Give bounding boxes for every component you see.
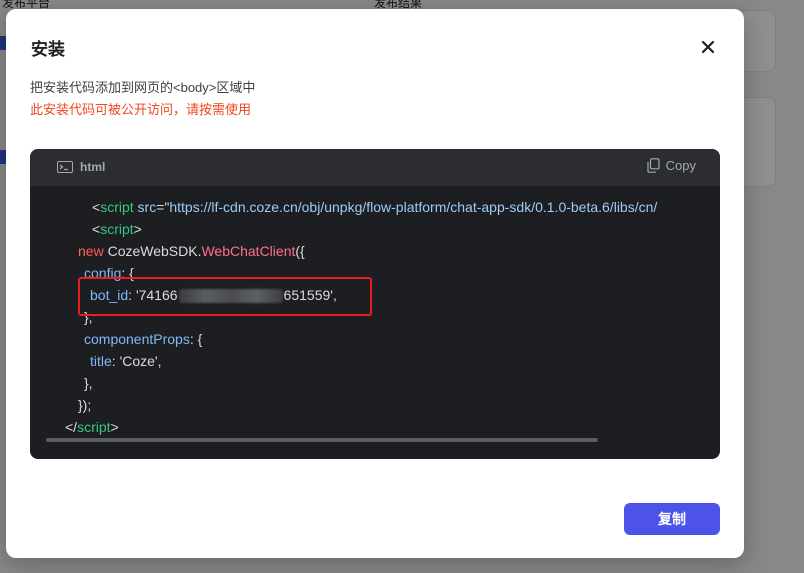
dialog-title: 安装	[31, 40, 65, 59]
bot-id-highlight	[78, 277, 372, 316]
code-line: new CozeWebSDK.WebChatClient({	[78, 243, 305, 259]
code-line: componentProps: {	[84, 331, 203, 347]
close-icon	[701, 40, 715, 54]
code-line: },	[84, 375, 93, 391]
code-line: <script src="https://lf-cdn.coze.cn/obj/…	[92, 199, 658, 215]
horizontal-scrollbar[interactable]	[46, 438, 598, 442]
code-line: });	[78, 397, 92, 413]
copy-button[interactable]: 复制	[624, 503, 720, 535]
close-button[interactable]	[696, 35, 720, 59]
copy-icon	[647, 158, 660, 173]
terminal-icon	[57, 161, 73, 173]
install-description: 把安装代码添加到网页的<body>区域中	[30, 80, 256, 95]
code-line: title: 'Coze',	[90, 353, 162, 369]
code-header: html Copy	[30, 149, 720, 186]
copy-code-label: Copy	[665, 158, 696, 173]
code-block: html Copy <script src="https://lf-cdn.co…	[30, 149, 720, 459]
copy-code-button[interactable]: Copy	[647, 158, 696, 173]
code-line: </script>	[65, 419, 119, 435]
install-dialog: 安装 把安装代码添加到网页的<body>区域中 此安装代码可被公开访问，请按需使…	[6, 9, 744, 558]
code-content[interactable]: <script src="https://lf-cdn.coze.cn/obj/…	[30, 186, 720, 459]
public-access-warning: 此安装代码可被公开访问，请按需使用	[30, 102, 252, 117]
code-line: <script>	[92, 221, 142, 237]
code-language: html	[57, 160, 105, 174]
code-language-label: html	[80, 160, 106, 174]
